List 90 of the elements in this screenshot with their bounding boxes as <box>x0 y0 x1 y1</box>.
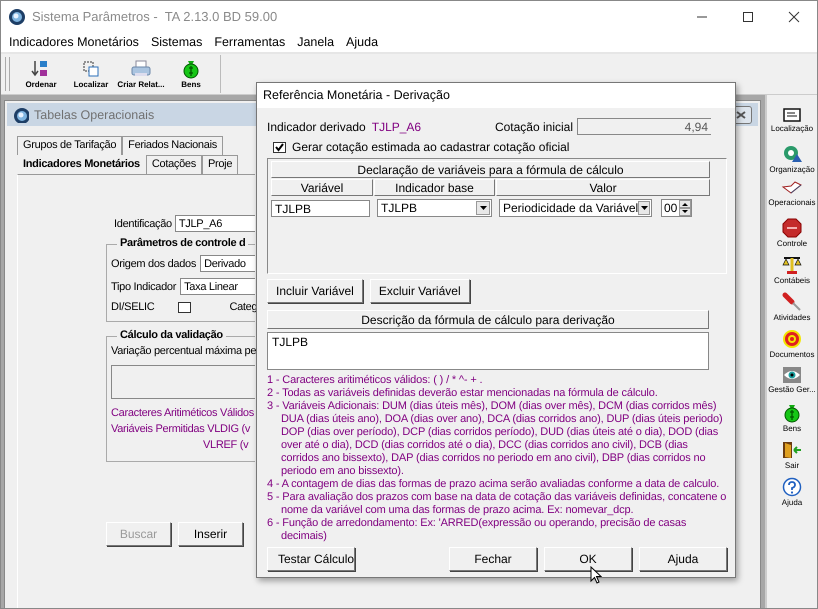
button[interactable]: Inserir <box>178 522 243 546</box>
column-header: Valor <box>496 179 710 196</box>
close-icon <box>736 110 746 118</box>
target-icon <box>782 329 802 349</box>
column-header: Indicador base <box>374 179 495 196</box>
help-icon <box>782 477 802 497</box>
sidebar-button[interactable]: Ajuda <box>767 477 817 512</box>
column-header: Variável <box>271 179 373 196</box>
money-bag-icon <box>181 59 201 79</box>
door-icon <box>781 440 803 460</box>
field-label: Variação percentual máxima pe <box>111 345 255 357</box>
tab[interactable]: Cotações <box>146 155 202 174</box>
window-title: Sistema Parâmetros - TA 2.13.0 BD 59.00 <box>32 9 278 24</box>
app-logo-icon <box>8 8 26 26</box>
sidebar-button[interactable]: Controle <box>767 218 817 253</box>
toolbar-button[interactable]: Ordenar <box>16 55 66 93</box>
menu-item[interactable]: Ajuda <box>340 35 384 49</box>
child-window-title: Tabelas Operacionais <box>34 108 154 122</box>
indicator-value: TJLP_A6 <box>372 120 422 134</box>
printer-icon <box>130 59 152 79</box>
screwdriver-icon <box>782 292 802 312</box>
field-label: Origem dos dados <box>111 258 196 270</box>
group-title: Cálculo da validação <box>117 329 226 341</box>
dialog-title: Referência Monetária - Derivação <box>257 83 735 108</box>
checkbox[interactable] <box>178 302 192 312</box>
tab[interactable]: Feriados Nacionais <box>122 136 223 155</box>
note-text: 5 - Para avaliação dos prazos com base na data de cotação das variáveis definidas, concatene o nome da variável com uma das formas de prazo acima. Ex: nomevar_dcp. <box>267 491 727 517</box>
input-field[interactable]: TJLPB <box>271 200 370 216</box>
sidebar-button[interactable]: Documentos <box>767 329 817 364</box>
note-text: 4 - A contagem de dias das formas de prazo acima serão avaliadas conforme a data de calculo. <box>267 478 720 491</box>
spin-arrows-icon <box>679 200 692 216</box>
hint-text: Caracteres Aritiméticos Válidos <box>111 407 255 419</box>
dropdown[interactable]: Periodicidade da Variável <box>499 199 652 217</box>
note-text: 2 - Todas as variáveis definidas deverão estar mencionadas na fórmula de cálculo. <box>267 387 659 400</box>
input-field[interactable]: TJLP_A6 <box>174 215 255 232</box>
toolbar-button[interactable]: Bens <box>166 55 216 93</box>
checkbox-label: Gerar cotação estimada ao cadastrar cotação oficial <box>292 140 570 154</box>
mouse-cursor-icon <box>590 566 602 584</box>
stop-sign-icon <box>782 218 802 238</box>
toolbar-button[interactable]: Criar Relat... <box>116 55 166 93</box>
button[interactable]: Excluir Variável <box>370 279 470 303</box>
close-icon <box>788 10 800 22</box>
maximize-icon <box>742 10 754 22</box>
menu-item[interactable]: Sistemas <box>144 35 208 49</box>
note-text: 1 - Caracteres aritiméticos válidos: ( ) / * ^- + . <box>267 374 484 387</box>
app-logo-icon <box>13 106 29 122</box>
field-label: Indicador derivado <box>267 120 366 134</box>
tab[interactable]: Grupos de Tarifação <box>17 136 122 155</box>
sidebar-button[interactable]: Atividades <box>767 292 817 327</box>
dropdown[interactable]: TJLPB <box>377 199 492 217</box>
scale-icon <box>781 255 803 275</box>
sidebar-button[interactable]: Localização <box>767 107 817 142</box>
input-field[interactable]: Derivado <box>200 255 255 272</box>
note-text: 6 - Função de arredondamento: Ex: 'ARRED(expressão ou operando, precisão de casas decimais) <box>267 517 688 543</box>
sidebar-button[interactable]: Contábeis <box>767 255 817 290</box>
table-header: Declaração de variáveis para a fórmula de cálculo <box>271 161 710 178</box>
sidebar-button[interactable]: Organização <box>767 144 817 179</box>
field-label: DI/SELIC <box>111 301 154 313</box>
menu-item[interactable]: Ferramentas <box>208 35 292 49</box>
tab[interactable]: Proje <box>202 155 238 174</box>
find-icon <box>81 59 101 79</box>
hint-text: VLREF (v <box>202 439 250 451</box>
button[interactable]: Testar Cálculo <box>267 547 355 571</box>
input-field[interactable]: 4,94 <box>577 118 711 135</box>
spin-box[interactable]: 00 <box>661 199 692 217</box>
group-title: Parâmetros de controle d <box>117 237 248 249</box>
note-text: 3 - Variáveis Adicionais: DUM (dias úteis mês), DOM (dias over mês), DCM (dias corridos mês) DUA (dias úteis ano), DOA (dias over ano), DCA (dias corridos ano), DUP (dias úteis periodo) DOP (dias over período), DCP (dias corridos período), DUD (dias úteis até o dia), DOD (dias over até o dia), DCD (dias corridos até o dia), DCC (dias corridos ano civil), DCB (dias corridos ano bissexto), DAP (dias corridos no periodo em ano civil), DBP (dias corridos no periodo em ano bissexto). <box>267 400 724 478</box>
checkbox[interactable] <box>273 142 286 152</box>
field-label: Tipo Indicador <box>111 280 176 292</box>
menu-item[interactable]: Indicadores Monetários <box>3 35 145 49</box>
money-bag-icon <box>782 403 802 423</box>
field-label: Cotação inicial <box>494 120 573 134</box>
card-icon <box>782 107 802 123</box>
sidebar-button[interactable]: Gestão Ger... <box>767 366 817 401</box>
text-area[interactable] <box>111 365 255 399</box>
eye-icon <box>782 366 802 384</box>
formula-text-area[interactable]: TJLPB <box>267 332 709 370</box>
button[interactable]: Fechar <box>449 547 537 571</box>
menu-item[interactable]: Janela <box>291 35 340 49</box>
sidebar-button[interactable]: Bens <box>767 403 817 438</box>
toolbar-button[interactable]: Localizar <box>66 55 116 93</box>
button[interactable]: Incluir Variável <box>267 279 363 303</box>
section-header: Descrição da fórmula de cálculo para derivação <box>267 310 709 329</box>
field-label: Identificação <box>114 218 172 230</box>
hint-text: Variáveis Permitidas VLDIG (v <box>111 423 252 435</box>
button[interactable]: OK <box>544 547 632 571</box>
input-field[interactable]: Taxa Linear <box>180 278 255 295</box>
sidebar-button[interactable]: Sair <box>767 440 817 475</box>
button[interactable]: Ajuda <box>639 547 727 571</box>
sidebar-button[interactable]: Operacionais <box>767 181 817 216</box>
